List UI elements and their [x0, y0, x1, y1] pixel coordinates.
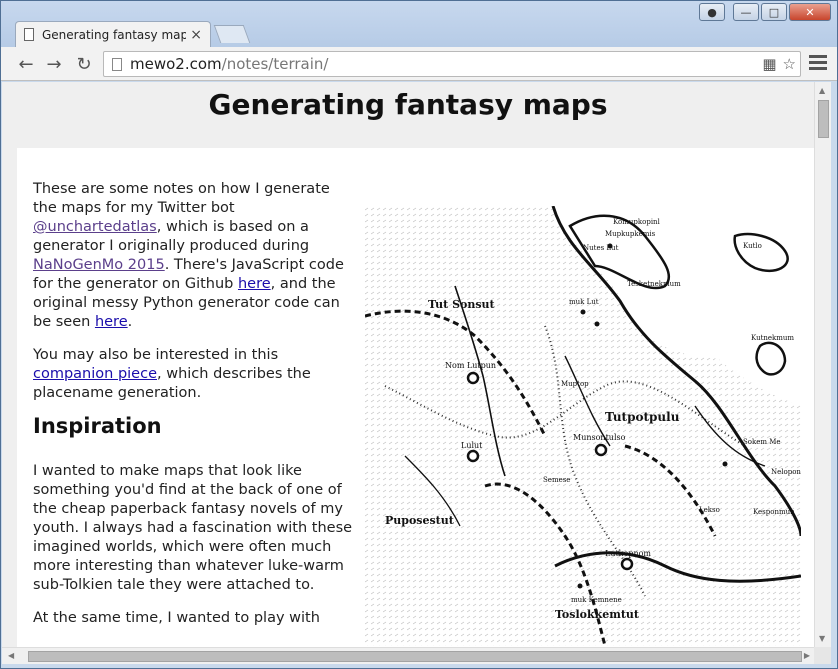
scroll-up-icon[interactable]: ▲ [819, 86, 825, 95]
scroll-left-icon[interactable]: ◀ [8, 651, 14, 660]
map-label: Nelopon [771, 468, 801, 476]
page-viewport: Generating fantasy maps These are some n… [2, 82, 814, 647]
horizontal-scroll-thumb[interactable] [28, 651, 802, 662]
map-label: Lekso [699, 506, 720, 514]
new-tab-button[interactable] [213, 25, 251, 43]
town-marker [594, 443, 608, 457]
map-label: Kesponmun [753, 508, 795, 516]
url-path: /notes/terrain/ [221, 55, 329, 73]
menu-icon[interactable] [809, 52, 827, 74]
address-bar[interactable]: mewo2.com/notes/terrain/ ▦ ☆ [103, 51, 801, 77]
scroll-down-icon[interactable]: ▼ [819, 634, 825, 643]
tab-active[interactable]: Generating fantasy maps × [15, 21, 211, 47]
companion-paragraph: You may also be interested in this compa… [33, 347, 311, 401]
map-label: Tutpotpulu [605, 410, 680, 424]
companion-link[interactable]: companion piece [33, 366, 157, 382]
article-body: These are some notes on how I generate t… [17, 148, 814, 647]
town-marker [466, 449, 480, 463]
map-label: Lutkopnom [605, 549, 651, 558]
inspiration-paragraph: I wanted to make maps that look like som… [33, 463, 353, 593]
user-icon[interactable]: ● [699, 3, 725, 21]
map-label: muk Kemnene [571, 596, 622, 604]
star-icon[interactable]: ☆ [783, 55, 796, 73]
url-host: mewo2.com [130, 55, 222, 73]
scroll-right-icon[interactable]: ▶ [804, 651, 810, 660]
nanogenmo-link[interactable]: NaNoGenMo 2015 [33, 257, 165, 273]
island [755, 341, 787, 376]
map-label: Sokem Me [743, 438, 781, 446]
intro-paragraph: These are some notes on how I generate t… [33, 181, 344, 330]
omnibox-actions: ▦ ☆ [762, 55, 796, 73]
article-text: These are some notes on how I generate t… [33, 180, 355, 642]
map-label: Kutnekmum [751, 334, 794, 342]
section-heading: Inspiration [33, 414, 162, 438]
fantasy-map: Tut Sonsut Tutpotpulu Puposestut Toslokk… [365, 206, 801, 646]
back-button[interactable]: ← [13, 51, 39, 77]
map-label: Mupkupkemis [605, 230, 656, 238]
minimize-button[interactable]: — [733, 3, 759, 21]
vertical-scrollbar[interactable]: ▲ ▼ [814, 82, 831, 647]
map-label: Tut Sonsut [428, 298, 496, 311]
horizontal-scrollbar[interactable]: ◀ ▶ [2, 647, 814, 664]
twitter-link[interactable]: @unchartedatlas [33, 219, 157, 235]
map-label: muk Lut [569, 298, 599, 306]
map-label: Komupkopinl [613, 218, 661, 226]
window-controls: ● — □ ✕ [699, 3, 831, 21]
close-window-button[interactable]: ✕ [789, 3, 831, 21]
map-label: Lulut [461, 441, 483, 450]
map-label: Toslokkemtut [555, 608, 640, 621]
town-marker [620, 557, 634, 571]
scrollbar-corner [814, 647, 831, 664]
map-label: Nutes Lut [583, 244, 619, 252]
map-label: Munsontulso [573, 433, 626, 442]
forward-button[interactable]: → [41, 51, 67, 77]
title-bar: Generating fantasy maps × ● — □ ✕ [1, 1, 837, 47]
browser-window: Generating fantasy maps × ● — □ ✕ ← → ↻ … [0, 0, 838, 669]
continued-paragraph: At the same time, I wanted to play with [33, 610, 320, 626]
map-label: Nom Lutpun [445, 361, 496, 370]
map-label: Tesketnekmum [627, 280, 681, 288]
map-label: Semese [543, 476, 570, 484]
map-label: Kutlo [743, 242, 762, 250]
town-marker [466, 371, 480, 385]
translate-icon[interactable]: ▦ [762, 55, 776, 73]
toolbar: ← → ↻ mewo2.com/notes/terrain/ ▦ ☆ [1, 47, 837, 81]
document-icon [24, 28, 34, 41]
python-code-link[interactable]: here [95, 314, 128, 330]
tab-close-icon[interactable]: × [190, 28, 202, 42]
github-js-link[interactable]: here [238, 276, 271, 292]
tab-title: Generating fantasy maps [42, 27, 187, 42]
map-label: Muptop [561, 380, 589, 388]
page-icon [112, 57, 122, 71]
page-title: Generating fantasy maps [208, 88, 608, 121]
map-label: Puposestut [385, 514, 455, 527]
reload-button[interactable]: ↻ [71, 51, 97, 77]
maximize-button[interactable]: □ [761, 3, 787, 21]
vertical-scroll-thumb[interactable] [818, 100, 829, 138]
